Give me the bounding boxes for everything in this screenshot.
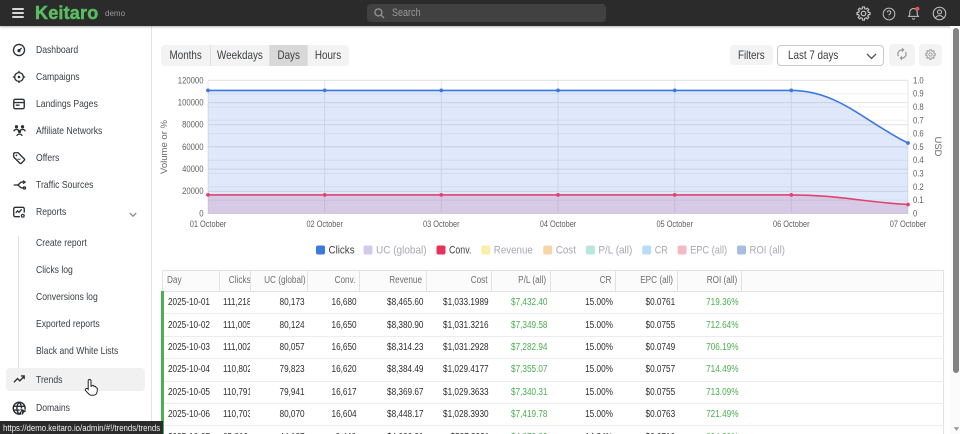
svg-text:03 October: 03 October (423, 219, 460, 230)
svg-text:1.0: 1.0 (913, 75, 924, 86)
svg-text:02 October: 02 October (306, 219, 343, 230)
svg-text:EPC (all): EPC (all) (690, 245, 727, 257)
svg-text:100000: 100000 (178, 98, 204, 109)
svg-text:0.4: 0.4 (913, 155, 924, 166)
svg-text:P/L (all): P/L (all) (598, 245, 632, 257)
svg-text:Cost: Cost (556, 245, 576, 257)
svg-text:ROI (all): ROI (all) (750, 245, 785, 257)
svg-text:04 October: 04 October (540, 219, 577, 230)
svg-text:06 October: 06 October (773, 219, 810, 230)
svg-text:07 October: 07 October (890, 219, 927, 230)
svg-text:40000: 40000 (182, 164, 203, 175)
svg-text:0.8: 0.8 (913, 102, 924, 113)
svg-text:Revenue: Revenue (494, 245, 533, 257)
svg-text:05 October: 05 October (656, 219, 693, 230)
svg-text:0: 0 (913, 208, 917, 219)
svg-text:0.2: 0.2 (913, 182, 924, 193)
svg-text:Volume or %: Volume or % (159, 120, 169, 174)
svg-text:120000: 120000 (178, 75, 204, 86)
svg-text:20000: 20000 (182, 186, 203, 197)
svg-text:60000: 60000 (182, 142, 203, 153)
svg-text:CR: CR (655, 245, 668, 257)
svg-text:80000: 80000 (182, 120, 203, 131)
svg-text:Conv.: Conv. (449, 245, 471, 257)
svg-text:Clicks: Clicks (329, 245, 356, 257)
svg-text:0: 0 (199, 208, 203, 219)
svg-text:0.7: 0.7 (913, 115, 924, 126)
svg-text:0.6: 0.6 (913, 129, 924, 140)
svg-text:0.9: 0.9 (913, 89, 924, 100)
svg-text:0.1: 0.1 (913, 195, 924, 206)
svg-text:USD: USD (933, 137, 943, 158)
svg-text:0.5: 0.5 (913, 142, 924, 153)
svg-text:UC (global): UC (global) (376, 245, 427, 257)
svg-text:01 October: 01 October (190, 219, 227, 230)
svg-text:0.3: 0.3 (913, 169, 924, 180)
